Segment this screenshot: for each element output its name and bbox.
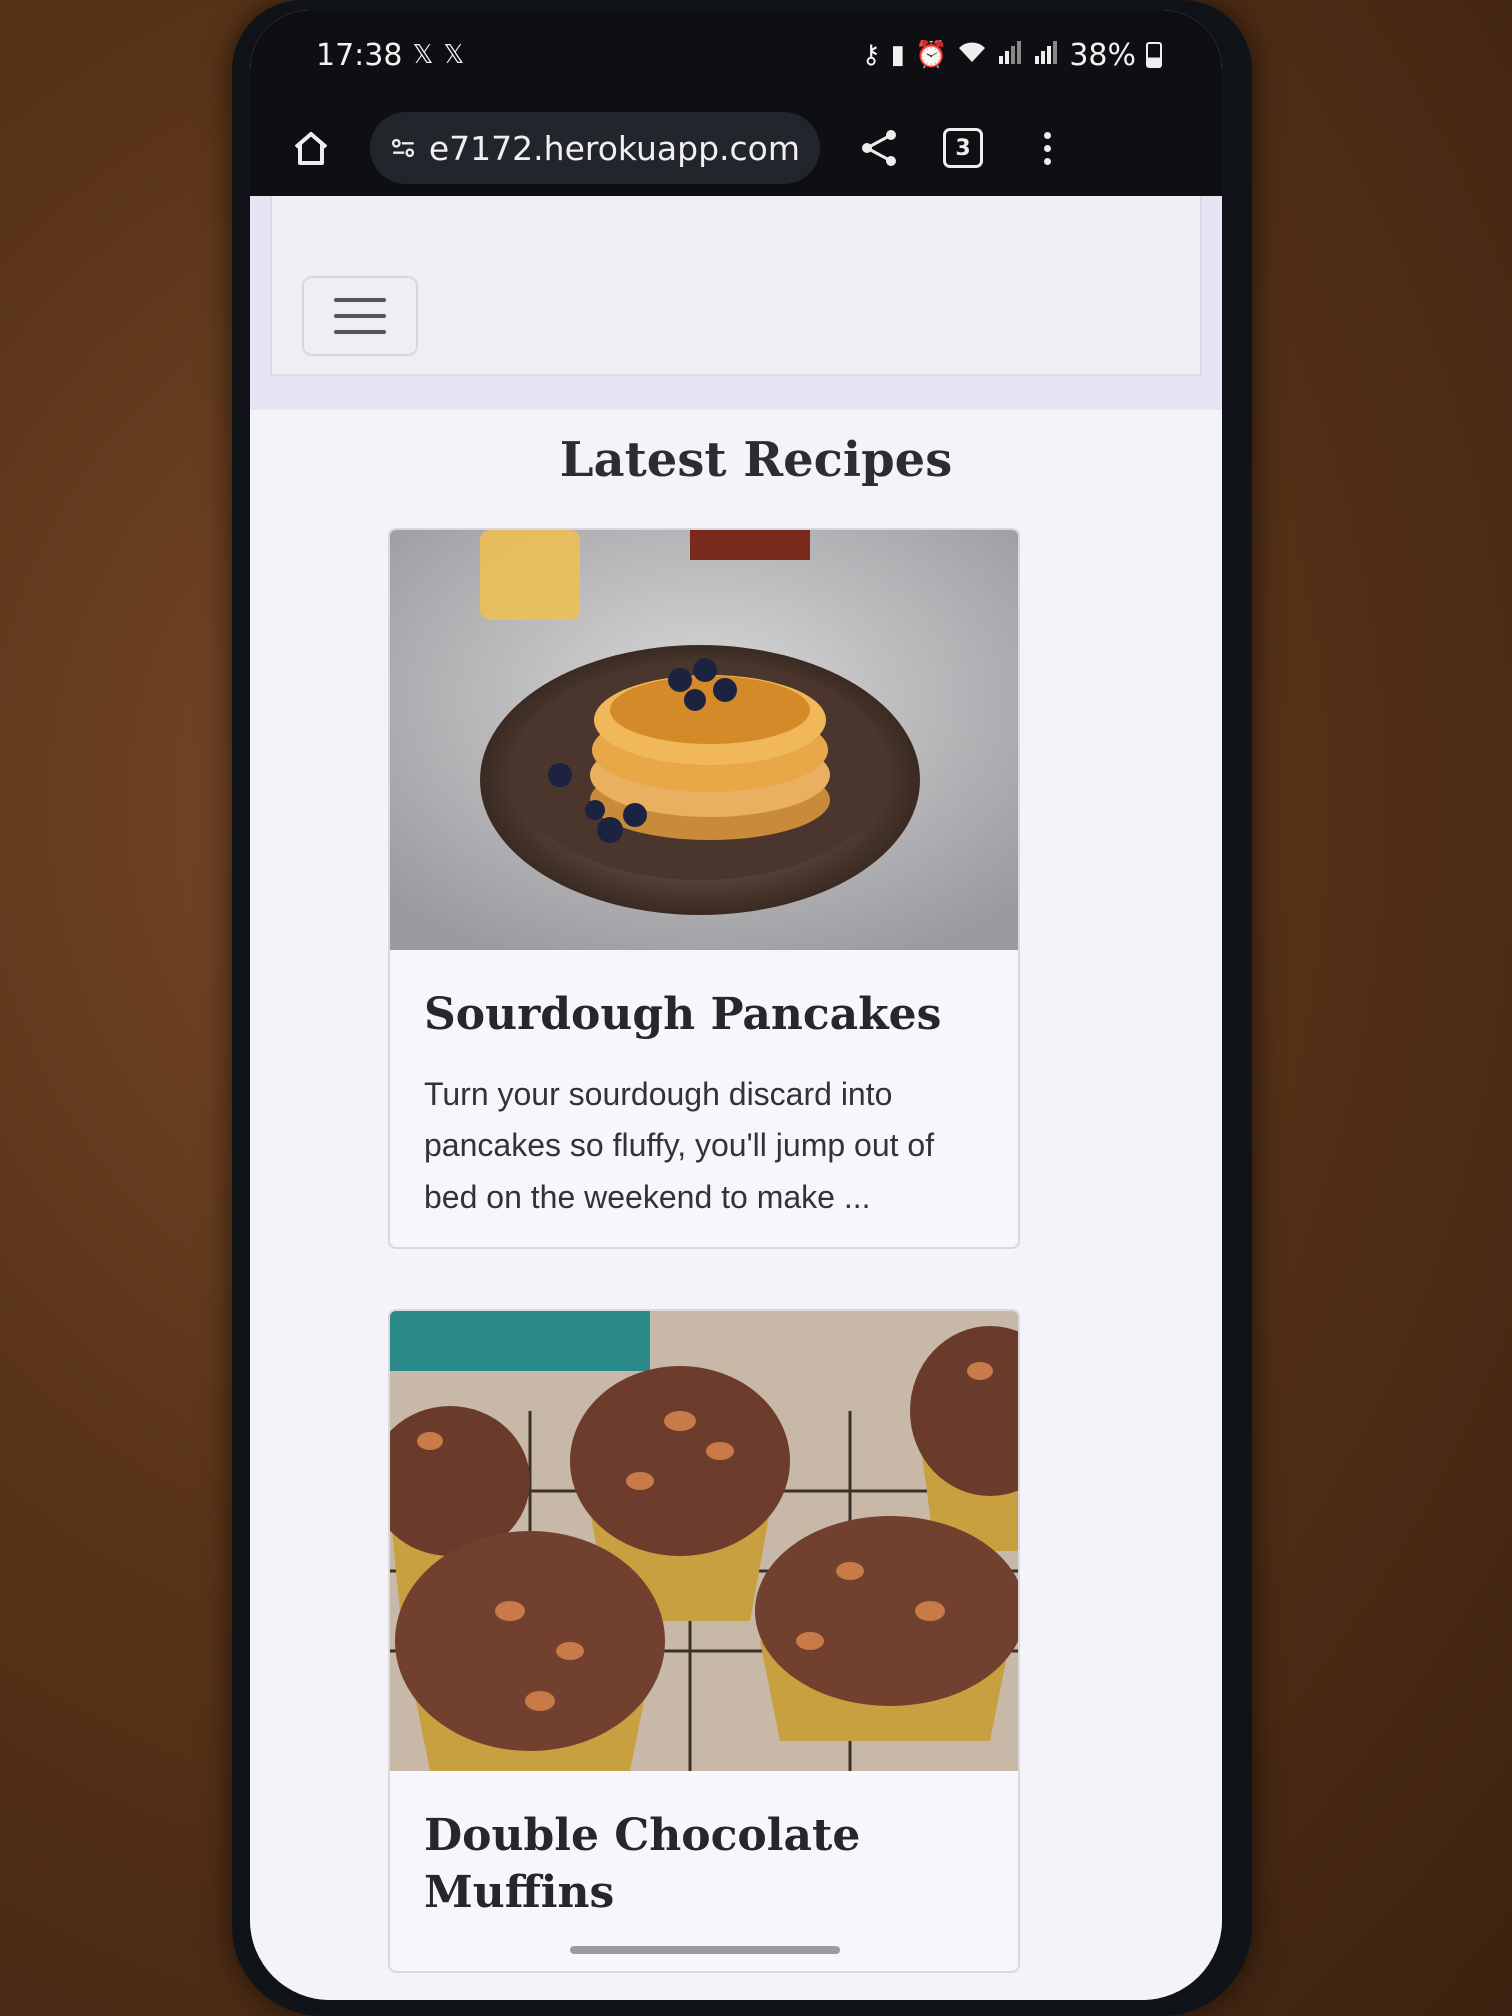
recipe-card[interactable]: Double Chocolate Muffins [388,1308,1020,1974]
recipe-image-muffins[interactable] [390,1310,1018,1771]
signal-icon [997,40,1023,71]
tab-count: 3 [943,128,983,168]
alarm-icon: ⏰ [914,40,948,70]
key-icon: ⚷ [861,40,881,70]
x-app-icon: 𝕏 [412,40,434,70]
section-title: Latest Recipes [559,432,953,488]
tab-switcher-button[interactable]: 3 [938,123,988,173]
home-button[interactable] [286,123,336,173]
battery-saver-icon: ▮ [890,40,905,70]
nav-toggle-button[interactable] [302,276,418,356]
more-menu-button[interactable] [1022,123,1072,173]
recipe-card-body: Double Chocolate Muffins [390,1771,1018,1971]
recipe-card[interactable]: Sourdough Pancakes Turn your sourdough d… [388,528,1020,1249]
wifi-icon [957,40,987,71]
more-vert-icon [1043,131,1051,139]
share-icon [862,130,896,166]
phone-screen: 17:38 𝕏 𝕏 ⚷ ▮ ⏰ 38% e7172.herokuapp.com … [250,10,1222,2000]
signal-icon [1033,40,1059,71]
recipe-excerpt: Turn your sourdough discard into pancake… [424,1076,935,1215]
share-button[interactable] [854,123,904,173]
url-text: e7172.herokuapp.com [428,128,800,168]
navbar-area [250,196,1222,410]
recipe-title[interactable]: Sourdough Pancakes [424,986,988,1043]
recipe-title[interactable]: Double Chocolate Muffins [424,1807,988,1921]
battery-percent: 38% [1069,37,1136,73]
web-page: Latest Recipes Sourdough Pancakes Turn y… [250,196,1222,2000]
home-icon [294,132,328,165]
status-bar: 17:38 𝕏 𝕏 ⚷ ▮ ⏰ 38% [250,10,1222,100]
site-navbar [270,196,1202,376]
clock: 17:38 [316,37,403,73]
x-app-icon: 𝕏 [443,40,465,70]
browser-toolbar: e7172.herokuapp.com 3 [250,100,1222,196]
site-settings-icon [391,138,415,158]
hamburger-icon [334,298,386,302]
battery-icon [1146,42,1162,68]
status-bar-right: ⚷ ▮ ⏰ 38% [862,38,1162,73]
address-bar[interactable]: e7172.herokuapp.com [370,112,820,184]
recipe-image-pancakes[interactable] [390,530,1018,950]
recipe-card-body: Sourdough Pancakes Turn your sourdough d… [390,950,1018,1247]
status-bar-left: 17:38 𝕏 𝕏 [316,38,464,73]
gesture-bar[interactable] [570,1946,840,1954]
